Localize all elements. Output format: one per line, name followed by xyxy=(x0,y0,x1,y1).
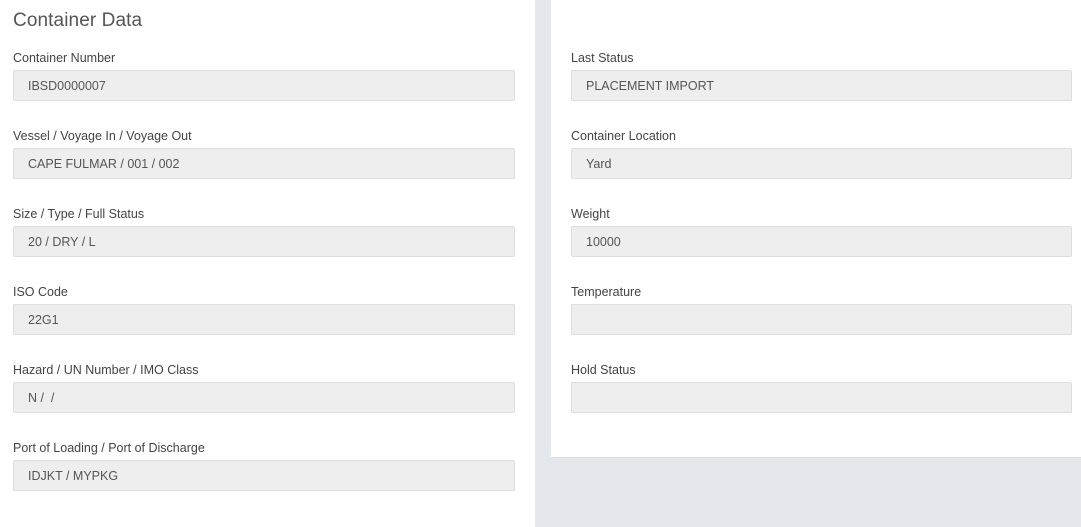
port-loading-discharge-input[interactable]: IDJKT / MYPKG xyxy=(13,460,515,491)
last-status-label: Last Status xyxy=(571,51,634,65)
hazard-un-imo-label: Hazard / UN Number / IMO Class xyxy=(13,363,199,377)
container-number-field: Container Number IBSD0000007 xyxy=(13,50,515,101)
port-loading-discharge-label: Port of Loading / Port of Discharge xyxy=(13,441,205,455)
hold-status-label: Hold Status xyxy=(571,363,636,377)
weight-input[interactable]: 10000 xyxy=(571,226,1072,257)
container-location-label: Container Location xyxy=(571,129,676,143)
page: Container Data Container Number IBSD0000… xyxy=(0,0,1081,527)
container-location-field: Container Location Yard xyxy=(571,128,1072,179)
hazard-un-imo-field: Hazard / UN Number / IMO Class N / / xyxy=(13,362,515,413)
container-status-panel: Last Status PLACEMENT IMPORT Container L… xyxy=(551,0,1081,458)
section-title: Container Data xyxy=(13,10,143,31)
temperature-label: Temperature xyxy=(571,285,642,299)
temperature-input[interactable] xyxy=(571,304,1072,335)
container-number-input[interactable]: IBSD0000007 xyxy=(13,70,515,101)
iso-code-input[interactable]: 22G1 xyxy=(13,304,515,335)
last-status-field: Last Status PLACEMENT IMPORT xyxy=(571,50,1072,101)
last-status-input[interactable]: PLACEMENT IMPORT xyxy=(571,70,1072,101)
size-type-status-field: Size / Type / Full Status 20 / DRY / L xyxy=(13,206,515,257)
temperature-field: Temperature xyxy=(571,284,1072,335)
vessel-voyage-input[interactable]: CAPE FULMAR / 001 / 002 xyxy=(13,148,515,179)
weight-field: Weight 10000 xyxy=(571,206,1072,257)
hazard-un-imo-input[interactable]: N / / xyxy=(13,382,515,413)
size-type-status-input[interactable]: 20 / DRY / L xyxy=(13,226,515,257)
vessel-voyage-label: Vessel / Voyage In / Voyage Out xyxy=(13,129,192,143)
iso-code-field: ISO Code 22G1 xyxy=(13,284,515,335)
size-type-status-label: Size / Type / Full Status xyxy=(13,207,145,221)
container-number-label: Container Number xyxy=(13,51,116,65)
hold-status-field: Hold Status xyxy=(571,362,1072,413)
vessel-voyage-field: Vessel / Voyage In / Voyage Out CAPE FUL… xyxy=(13,128,515,179)
container-data-panel: Container Data Container Number IBSD0000… xyxy=(0,0,535,527)
hold-status-input[interactable] xyxy=(571,382,1072,413)
weight-label: Weight xyxy=(571,207,610,221)
iso-code-label: ISO Code xyxy=(13,285,68,299)
port-loading-discharge-field: Port of Loading / Port of Discharge IDJK… xyxy=(13,440,515,491)
container-location-input[interactable]: Yard xyxy=(571,148,1072,179)
